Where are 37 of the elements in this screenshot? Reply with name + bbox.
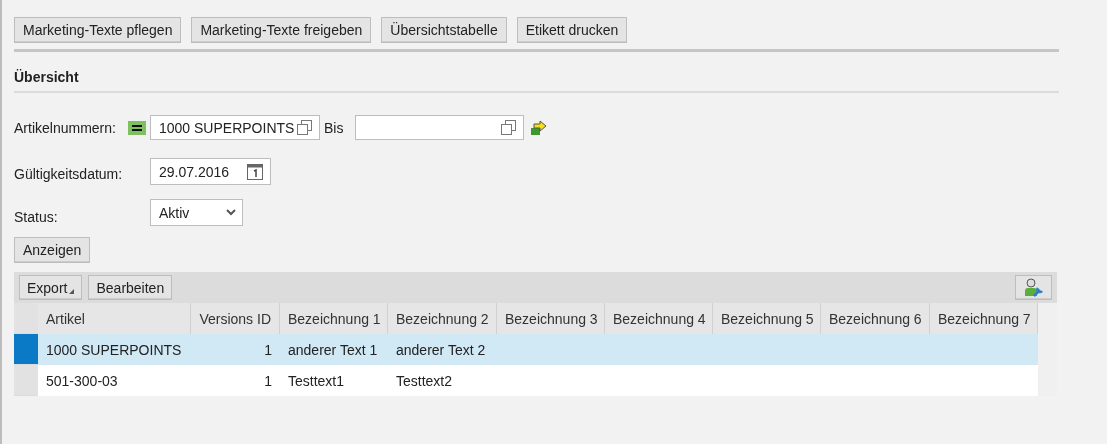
table-cell: anderer Text 2	[396, 341, 486, 358]
edit-button[interactable]: Bearbeiten	[88, 275, 173, 300]
table-cell: 501-300-03	[46, 372, 118, 389]
field-label: Status:	[14, 207, 59, 225]
table-row[interactable]: 1000 SUPERPOINTS 1 anderer Text 1 anderer Text 2	[14, 334, 1038, 365]
table-cell: anderer Text 1	[288, 341, 378, 358]
caret-icon	[69, 289, 75, 294]
field-label: Bis	[324, 119, 344, 136]
row-selector[interactable]	[14, 334, 38, 365]
table-cell: Testtext1	[288, 372, 345, 389]
select-all-cell[interactable]	[14, 303, 38, 334]
user-wrench-icon	[1023, 277, 1044, 298]
section-title: Übersicht	[14, 52, 1059, 93]
input-field[interactable]	[355, 115, 525, 140]
toolbar-button[interactable]: Marketing-Texte pflegen	[14, 17, 182, 43]
arrow-icon[interactable]	[530, 119, 549, 136]
status-dropdown[interactable]: Aktiv	[150, 199, 243, 226]
input-field[interactable]: 1000 SUPERPOINTS	[150, 115, 320, 140]
table-cell: 1000 SUPERPOINTS	[46, 341, 182, 358]
copy-icon[interactable]	[500, 119, 518, 136]
copy-icon[interactable]	[296, 119, 313, 136]
field-label: Artikelnummern:	[14, 119, 117, 136]
table-row[interactable]: 501-300-03 1 Testtext1 Testtext2	[14, 365, 1038, 396]
export-button[interactable]: Export	[19, 275, 83, 300]
chevron-down-icon	[226, 209, 236, 216]
show-button[interactable]: Anzeigen	[14, 237, 91, 263]
table-cell: 1	[264, 341, 272, 358]
date-field[interactable]: 29.07.2016	[150, 158, 271, 185]
field-label: Gültigkeitsdatum:	[14, 164, 124, 182]
toolbar-button[interactable]: Etikett drucken	[516, 17, 628, 43]
table-cell: 1	[264, 372, 272, 389]
toolbar-button[interactable]: Marketing-Texte freigeben	[191, 17, 372, 43]
calendar-icon[interactable]	[246, 162, 264, 181]
table-cell: Testtext2	[396, 372, 453, 389]
toolbar-button[interactable]: Übersichtstabelle	[381, 17, 507, 43]
equals-icon[interactable]	[128, 120, 146, 135]
settings-button[interactable]	[1015, 275, 1052, 300]
